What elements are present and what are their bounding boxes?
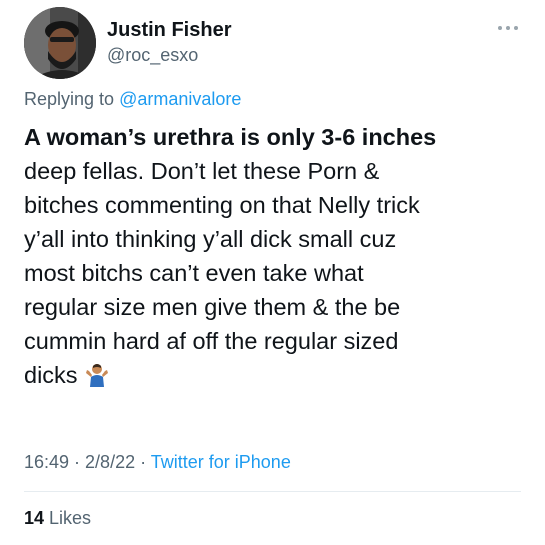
tweet-line: cummin hard af off the regular sized <box>24 328 399 354</box>
person-shrugging-emoji <box>85 364 108 387</box>
tweet-source-link[interactable]: Twitter for iPhone <box>151 452 291 472</box>
tweet-line: regular size men give them & the be <box>24 294 401 320</box>
avatar[interactable] <box>24 7 96 79</box>
tweet-date[interactable]: 2/8/22 <box>85 452 135 472</box>
avatar-image <box>24 7 96 79</box>
meta-separator: · <box>135 452 151 472</box>
tweet-text-bold: A woman’s urethra is only 3-6 inches <box>24 124 437 150</box>
tweet-line: deep fellas. Don’t let these Porn & <box>24 158 380 184</box>
likes-count: 14 <box>24 508 45 528</box>
tweet-card: Justin Fisher @roc_esxo Replying to @arm… <box>0 0 545 545</box>
user-handle[interactable]: @roc_esxo <box>107 44 231 66</box>
tweet-line-last: dicks <box>24 358 529 392</box>
reply-handle-link[interactable]: @armanivalore <box>119 89 241 109</box>
user-info: Justin Fisher @roc_esxo <box>107 18 231 66</box>
replying-to-label: Replying to <box>24 89 120 109</box>
tweet-line: bitches commenting on that Nelly trick <box>24 192 420 218</box>
tweet-line: dicks <box>24 362 78 388</box>
divider <box>24 491 521 492</box>
likes-label: Likes <box>44 508 92 528</box>
tweet-line: most bitchs can’t even take what <box>24 260 364 286</box>
likes-stat[interactable]: 14 Likes <box>24 507 91 529</box>
tweet-meta: 16:49 · 2/8/22 · Twitter for iPhone <box>24 451 291 473</box>
replying-to: Replying to @armanivalore <box>24 88 241 110</box>
tweet-line: y’all into thinking y’all dick small cuz <box>24 226 397 252</box>
tweet-text: A woman’s urethra is only 3-6 inches dee… <box>24 120 529 392</box>
display-name[interactable]: Justin Fisher <box>107 18 231 42</box>
tweet-time[interactable]: 16:49 <box>24 452 69 472</box>
more-dots-icon[interactable] <box>497 24 519 32</box>
meta-separator: · <box>69 452 86 472</box>
